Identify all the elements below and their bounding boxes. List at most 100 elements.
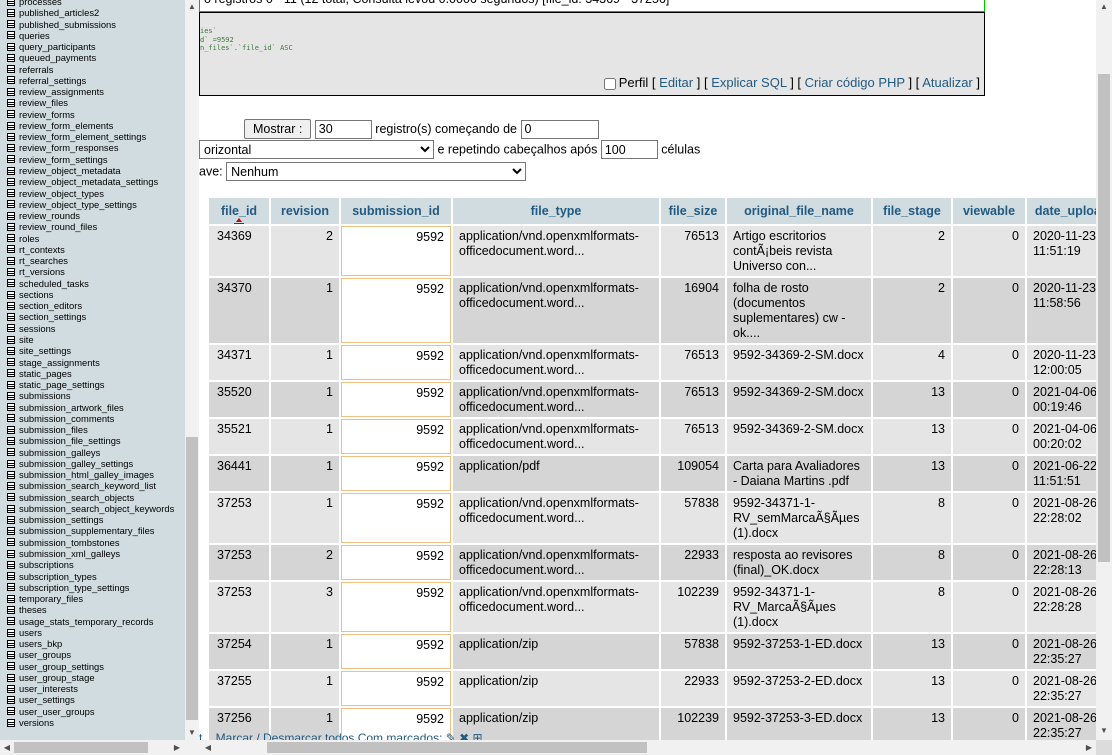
sidebar-table-item[interactable]: rt_contexts: [0, 244, 174, 255]
sidebar-table-item[interactable]: submission_file_settings: [0, 435, 174, 446]
table-row[interactable]: 37253 3 9592 application/vnd.openxmlformats…: [209, 582, 1096, 632]
table-row[interactable]: 34371 1 9592 application/vnd.openxmlformats…: [209, 345, 1096, 380]
column-header-revision[interactable]: revision: [271, 198, 339, 224]
table-icon[interactable]: [7, 256, 15, 265]
edit-link[interactable]: Editar: [659, 75, 693, 90]
table-icon[interactable]: [7, 65, 15, 74]
sidebar-table-link[interactable]: submissions: [19, 390, 71, 401]
table-icon[interactable]: [7, 639, 15, 648]
sidebar-table-link[interactable]: usage_stats_temporary_records: [19, 616, 153, 627]
sidebar-table-link[interactable]: sections: [19, 289, 53, 300]
sidebar-table-link[interactable]: query_participants: [19, 41, 96, 52]
sidebar-table-link[interactable]: review_assignments: [19, 86, 104, 97]
sidebar-table-link[interactable]: submission_tombstones: [19, 537, 120, 548]
sidebar-table-item[interactable]: user_settings: [0, 694, 174, 705]
sidebar-table-item[interactable]: referral_settings: [0, 75, 174, 86]
sidebar-table-item[interactable]: site_settings: [0, 345, 174, 356]
sidebar-table-link[interactable]: review_forms: [19, 109, 75, 120]
sidebar-table-item[interactable]: subscriptions: [0, 559, 174, 570]
sidebar-table-link[interactable]: review_round_files: [19, 221, 97, 232]
sidebar-table-link[interactable]: user_user_groups: [19, 706, 95, 717]
sidebar-table-link[interactable]: review_files: [19, 97, 68, 108]
sidebar-table-link[interactable]: site: [19, 334, 34, 345]
table-icon[interactable]: [7, 414, 15, 423]
column-header-viewable[interactable]: viewable: [953, 198, 1025, 224]
sidebar-table-item[interactable]: versions: [0, 717, 174, 728]
sidebar-table-item[interactable]: review_form_elements: [0, 120, 174, 131]
sort-key-select[interactable]: Nenhum: [226, 162, 527, 181]
sidebar-table-item[interactable]: user_group_settings: [0, 661, 174, 672]
table-icon[interactable]: [7, 42, 15, 51]
sidebar-table-item[interactable]: site: [0, 334, 174, 345]
table-icon[interactable]: [7, 583, 15, 592]
sidebar-table-item[interactable]: review_files: [0, 97, 174, 108]
sidebar-table-link[interactable]: review_form_elements: [19, 120, 113, 131]
sidebar-table-link[interactable]: processes: [19, 0, 62, 7]
table-icon[interactable]: [7, 53, 15, 62]
table-icon[interactable]: [7, 76, 15, 85]
table-icon[interactable]: [7, 313, 15, 322]
sidebar-table-link[interactable]: subscription_type_settings: [19, 582, 129, 593]
content-scroll-thumb[interactable]: [1098, 74, 1110, 562]
column-header-original-file-name[interactable]: original_file_name: [727, 198, 871, 224]
table-icon[interactable]: [7, 380, 15, 389]
table-icon[interactable]: [7, 144, 15, 153]
table-icon[interactable]: [7, 391, 15, 400]
scroll-left-arrow-icon[interactable]: ◀: [0, 740, 14, 755]
sidebar-table-item[interactable]: subscription_type_settings: [0, 582, 174, 593]
sidebar-hscroll-thumb[interactable]: [14, 742, 148, 753]
create-php-code-link[interactable]: Criar código PHP: [805, 75, 905, 90]
sidebar-table-item[interactable]: user_groups: [0, 649, 174, 660]
sidebar-table-link[interactable]: review_form_element_settings: [19, 131, 146, 142]
scroll-down-arrow-icon[interactable]: ▼: [185, 726, 199, 740]
table-icon[interactable]: [7, 110, 15, 119]
sidebar-table-item[interactable]: user_group_stage: [0, 672, 174, 683]
table-icon[interactable]: [7, 358, 15, 367]
sidebar-table-item[interactable]: rt_searches: [0, 255, 174, 266]
sidebar-table-link[interactable]: temporary_files: [19, 593, 83, 604]
sidebar-table-item[interactable]: submission_html_galley_images: [0, 469, 174, 480]
sidebar-table-item[interactable]: review_form_responses: [0, 142, 174, 153]
column-header-file-id[interactable]: file_id: [209, 198, 269, 224]
explain-sql-link[interactable]: Explicar SQL: [711, 75, 786, 90]
table-icon[interactable]: [7, 346, 15, 355]
sidebar-table-item[interactable]: queries: [0, 30, 174, 41]
sidebar-table-link[interactable]: published_submissions: [19, 19, 116, 30]
sidebar-table-link[interactable]: referrals: [19, 64, 53, 75]
table-row[interactable]: 36441 1 9592 application/pdf 109054 Carta par…: [209, 456, 1096, 491]
sidebar-table-item[interactable]: queued_payments: [0, 52, 174, 63]
sidebar-table-item[interactable]: submission_galleys: [0, 447, 174, 458]
rows-count-input[interactable]: [314, 119, 372, 139]
sidebar-table-item[interactable]: static_page_settings: [0, 379, 174, 390]
sidebar-table-link[interactable]: user_group_settings: [19, 661, 104, 672]
table-icon[interactable]: [7, 617, 15, 626]
table-icon[interactable]: [7, 707, 15, 716]
sidebar-table-item[interactable]: subscription_types: [0, 571, 174, 582]
sidebar-table-link[interactable]: section_editors: [19, 300, 82, 311]
table-icon[interactable]: [7, 628, 15, 637]
table-icon[interactable]: [7, 301, 15, 310]
table-row[interactable]: 35520 1 9592 application/vnd.openxmlformats…: [209, 382, 1096, 417]
sidebar-table-item[interactable]: user_interests: [0, 683, 174, 694]
sidebar-table-link[interactable]: static_page_settings: [19, 379, 104, 390]
scroll-up-arrow-icon[interactable]: ▲: [185, 0, 199, 14]
table-icon[interactable]: [7, 166, 15, 175]
content-vertical-scrollbar[interactable]: ▲ ▼: [1096, 0, 1112, 740]
scroll-left-arrow-icon[interactable]: ◀: [201, 740, 215, 755]
table-icon[interactable]: [7, 504, 15, 513]
table-icon[interactable]: [7, 425, 15, 434]
sidebar-scroll-thumb[interactable]: [186, 437, 198, 720]
sidebar-table-item[interactable]: users_bkp: [0, 638, 174, 649]
sidebar-table-link[interactable]: published_articles2: [19, 7, 99, 18]
sidebar-table-item[interactable]: temporary_files: [0, 593, 174, 604]
sidebar-table-item[interactable]: rt_versions: [0, 266, 174, 277]
display-mode-select[interactable]: orizontal: [199, 140, 434, 159]
sidebar-vertical-scrollbar[interactable]: ▲ ▼: [185, 0, 199, 740]
sidebar-table-item[interactable]: user_user_groups: [0, 706, 174, 717]
refresh-link[interactable]: Atualizar: [922, 75, 973, 90]
table-icon[interactable]: [7, 718, 15, 727]
scroll-down-arrow-icon[interactable]: ▼: [1096, 724, 1112, 738]
sidebar-table-item[interactable]: submission_xml_galleys: [0, 548, 174, 559]
table-icon[interactable]: [7, 436, 15, 445]
content-horizontal-scrollbar[interactable]: ◀ ▶: [199, 740, 1096, 755]
